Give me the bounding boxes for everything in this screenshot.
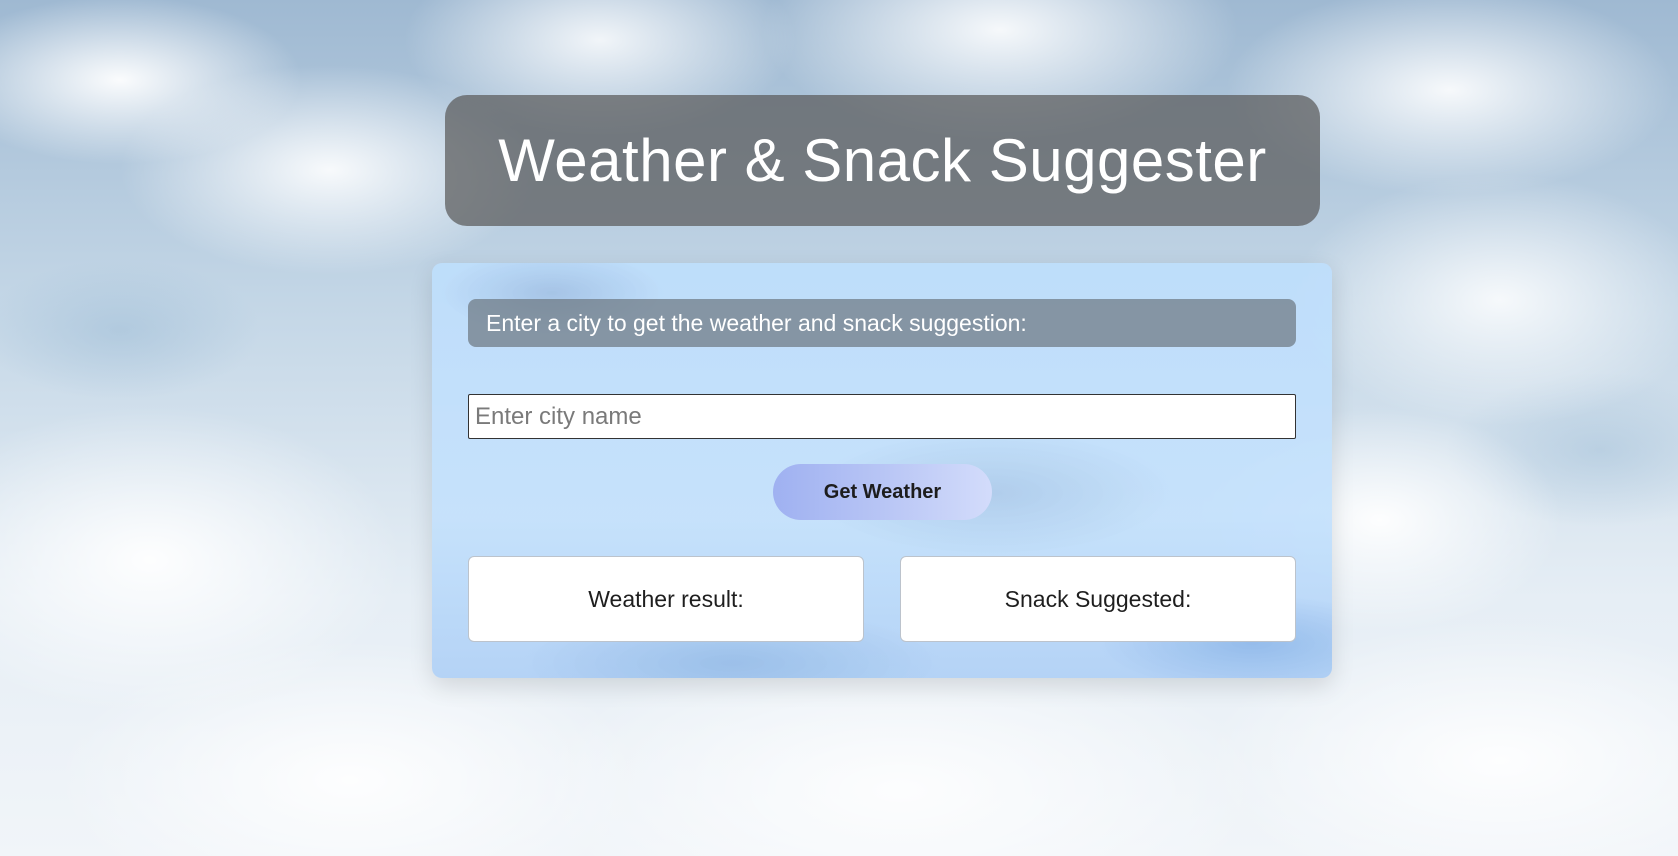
city-input[interactable] [468, 394, 1296, 439]
title-banner: Weather & Snack Suggester [445, 95, 1320, 226]
instruction-text: Enter a city to get the weather and snac… [468, 299, 1296, 347]
snack-result-label: Snack Suggested: [1004, 585, 1192, 612]
snack-result-box: Snack Suggested: [900, 556, 1296, 642]
page-title: Weather & Snack Suggester [498, 127, 1267, 194]
weather-result-box: Weather result: [468, 556, 864, 642]
main-card: Enter a city to get the weather and snac… [432, 263, 1332, 678]
page-background: { "header": { "title": "Weather & Snack … [0, 0, 1678, 856]
get-weather-button[interactable]: Get Weather [773, 464, 992, 520]
weather-result-label: Weather result: [588, 585, 744, 612]
